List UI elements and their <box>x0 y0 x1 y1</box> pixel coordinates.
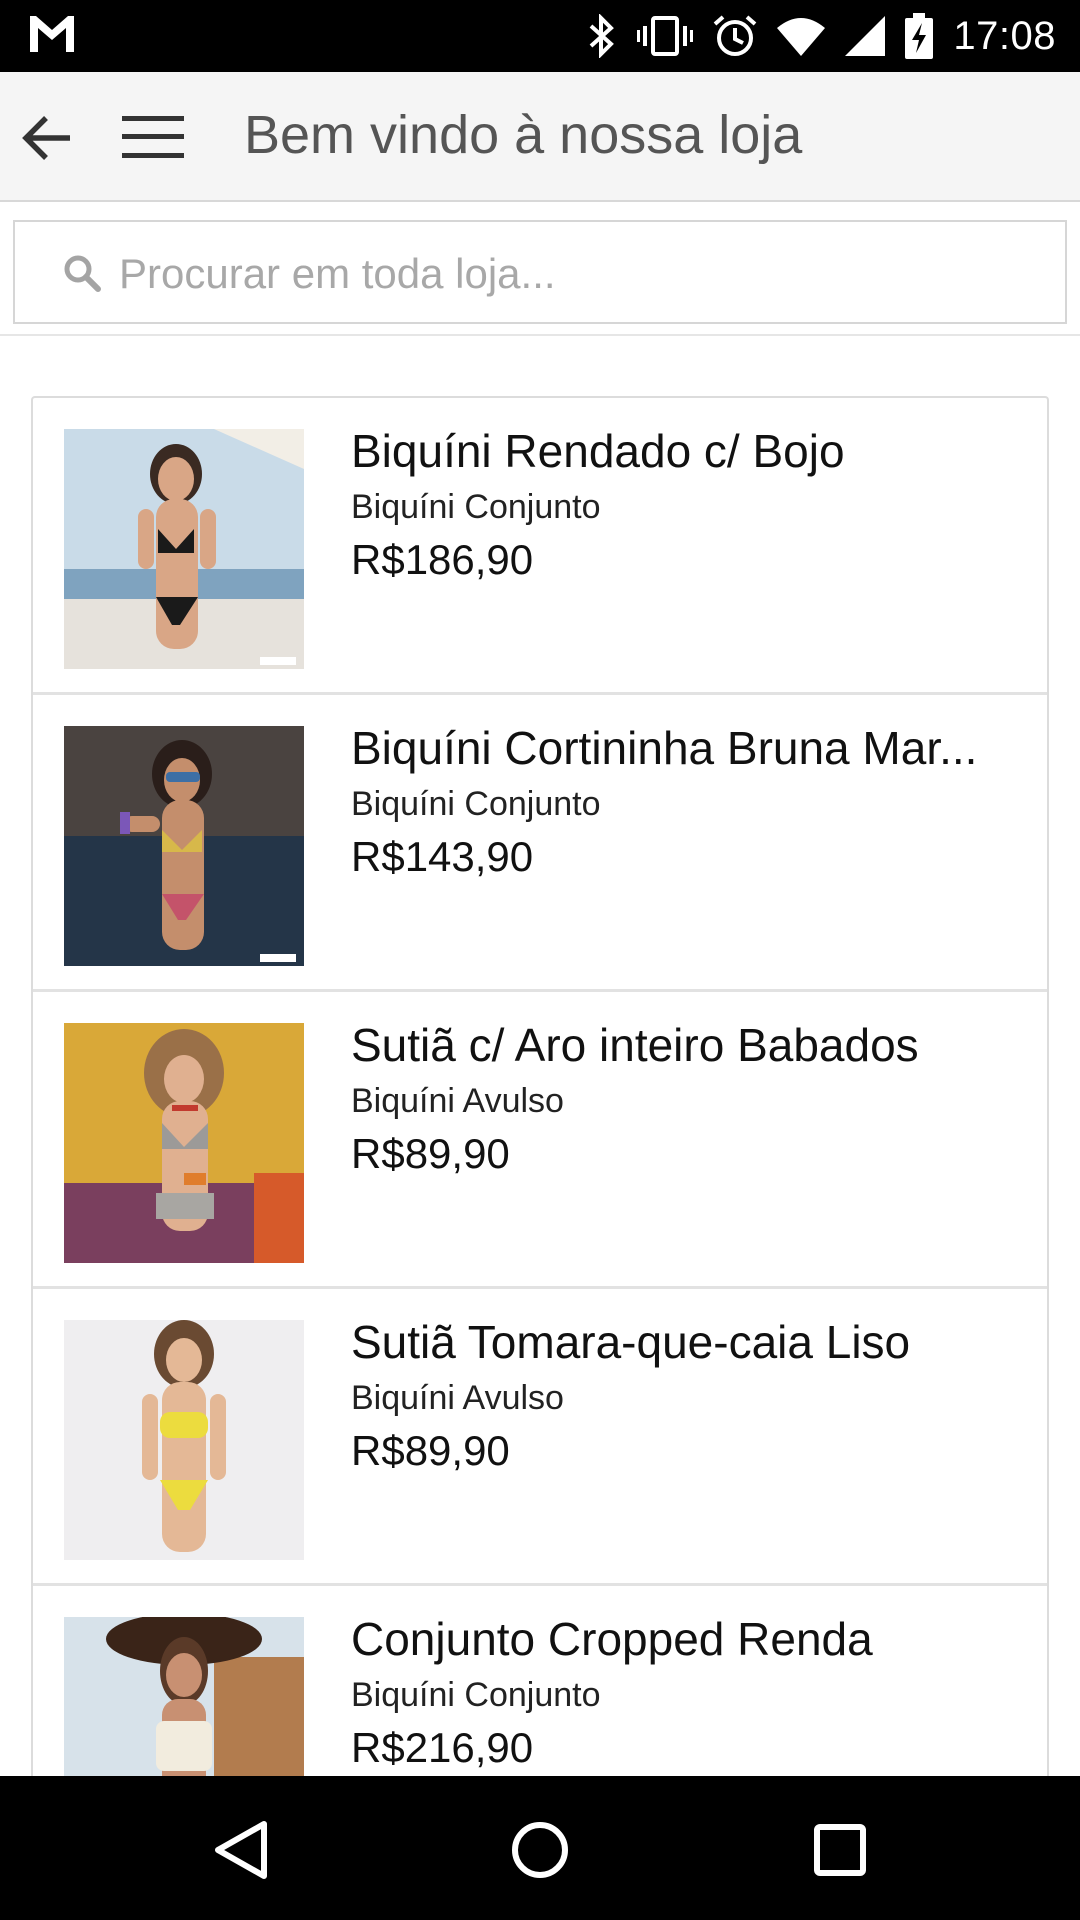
nav-home-icon[interactable] <box>500 1810 580 1890</box>
product-photo <box>64 429 304 669</box>
search-placeholder: Procurar em toda loja... <box>119 250 556 297</box>
product-price: R$89,90 <box>351 1130 510 1177</box>
product-item[interactable]: Conjunto Cropped Renda Biquíni Conjunto … <box>33 1586 1047 1776</box>
wifi-icon <box>777 18 826 56</box>
search-icon <box>64 255 101 292</box>
product-item[interactable]: Biquíni Cortininha Bruna Mar... Biquíni … <box>33 695 1047 992</box>
product-name: Sutiã c/ Aro inteiro Babados <box>351 1019 919 1071</box>
product-item[interactable]: Sutiã c/ Aro inteiro Babados Biquíni Avu… <box>33 992 1047 1289</box>
product-name: Biquíni Rendado c/ Bojo <box>351 425 845 477</box>
product-list: Biquíni Rendado c/ Bojo Biquíni Conjunto… <box>31 396 1049 1776</box>
product-price: R$186,90 <box>351 536 534 583</box>
vibrate-icon <box>637 16 694 56</box>
hamburger-menu-icon[interactable] <box>122 114 184 160</box>
product-category: Biquíni Conjunto <box>351 488 601 526</box>
product-item[interactable]: Biquíni Rendado c/ Bojo Biquíni Conjunto… <box>33 398 1047 695</box>
status-bar: 17:08 <box>0 0 1080 72</box>
product-photo <box>64 1617 304 1776</box>
page-title: Bem vindo à nossa loja <box>244 105 803 165</box>
product-category: Biquíni Conjunto <box>351 785 601 823</box>
product-category: Biquíni Avulso <box>351 1082 564 1120</box>
gmail-icon <box>30 16 74 52</box>
product-name: Conjunto Cropped Renda <box>351 1613 873 1665</box>
product-price: R$216,90 <box>351 1724 534 1771</box>
navigation-bar <box>0 1776 1080 1920</box>
alarm-icon <box>714 15 757 56</box>
product-price: R$143,90 <box>351 833 534 880</box>
product-price: R$89,90 <box>351 1427 510 1474</box>
product-photo <box>64 1023 304 1263</box>
search-bar: Procurar em toda loja... <box>0 202 1080 336</box>
status-time: 17:08 <box>953 13 1056 58</box>
product-category: Biquíni Avulso <box>351 1379 564 1417</box>
app-bar: Bem vindo à nossa loja <box>0 72 1080 202</box>
product-name: Biquíni Cortininha Bruna Mar... <box>351 722 978 774</box>
back-arrow-icon[interactable] <box>20 110 76 166</box>
product-name: Sutiã Tomara-que-caia Liso <box>351 1316 911 1368</box>
search-input[interactable]: Procurar em toda loja... <box>13 220 1067 324</box>
product-photo <box>64 1320 304 1560</box>
nav-back-icon[interactable] <box>200 1810 280 1890</box>
battery-charging-icon <box>905 13 934 59</box>
bluetooth-icon <box>590 14 615 58</box>
product-item[interactable]: Sutiã Tomara-que-caia Liso Biquíni Avuls… <box>33 1289 1047 1586</box>
nav-recents-icon[interactable] <box>800 1810 880 1890</box>
signal-icon <box>845 16 886 56</box>
product-category: Biquíni Conjunto <box>351 1676 601 1714</box>
product-photo <box>64 726 304 966</box>
